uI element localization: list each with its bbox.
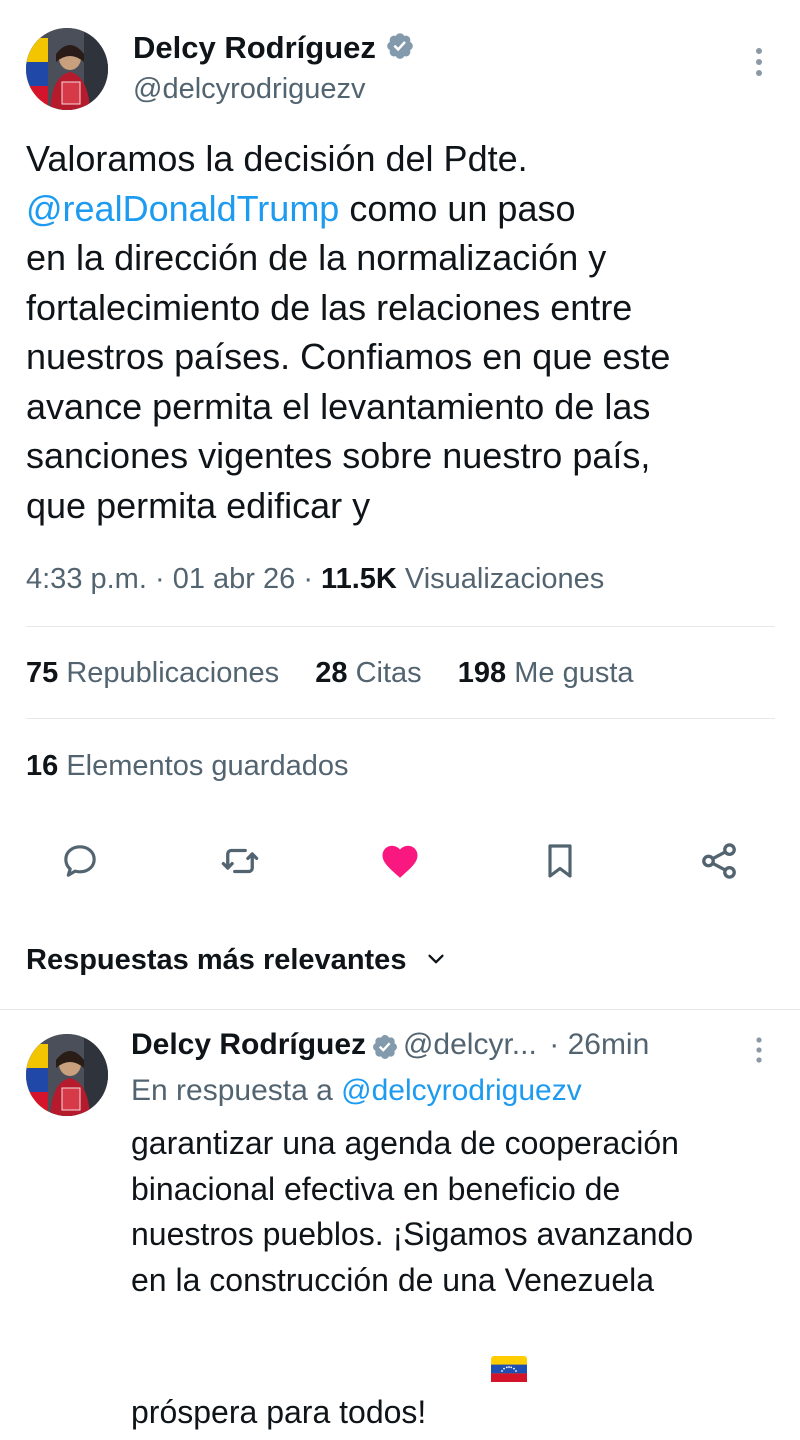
bookmarks-count: 16 (26, 750, 59, 782)
reply-line: nuestros pueblos. ¡Sigamos avanzando (131, 1216, 694, 1252)
reply-line-text: próspera para todos! (131, 1394, 436, 1430)
verified-badge-icon (371, 1033, 399, 1066)
reply-more-options-icon[interactable] (750, 1036, 768, 1069)
views-count: 11.5K (321, 563, 397, 595)
reply-line: garantizar una agenda de cooperación (131, 1125, 679, 1161)
bookmark-icon[interactable] (532, 833, 588, 889)
reposts-count: 75 (26, 657, 59, 689)
mention-link[interactable]: @realDonaldTrump (26, 188, 339, 229)
venezuela-flag-icon (437, 1303, 527, 1440)
reply-author-handle[interactable]: @delcyr... (403, 1028, 537, 1061)
replies-section-title: Respuestas más relevantes (26, 944, 407, 976)
meta-separator: · (303, 563, 313, 595)
bookmarks-stat[interactable]: 16 Elementos guardados (26, 750, 348, 783)
tweet-line: @realDonaldTrump como un paso (26, 184, 786, 234)
likes-label: Me gusta (514, 657, 634, 689)
tweet-text: Valoramos la decisión del Pdte. @realDon… (26, 134, 786, 530)
likes-stat[interactable]: 198 Me gusta (458, 657, 634, 689)
author-name-text[interactable]: Delcy Rodríguez (133, 30, 376, 65)
avatar-image (26, 28, 108, 110)
likes-count: 198 (457, 657, 507, 689)
reply-line: próspera para todos! (131, 1303, 791, 1440)
tweet-time[interactable]: 4:33 p.m. (26, 563, 147, 595)
chevron-down-icon (425, 945, 447, 978)
tweet-line: que permita edificar y (26, 484, 371, 526)
reply-author-name[interactable]: Delcy Rodríguez (131, 1028, 366, 1061)
tweet-line: fortalecimiento de las relaciones entre (26, 286, 633, 328)
reply-context: En respuesta a @delcyrodriguezv (131, 1074, 582, 1108)
quotes-label: Citas (355, 657, 422, 689)
author-handle[interactable]: @delcyrodriguezv (133, 73, 366, 106)
meta-separator: · (154, 563, 165, 595)
replies-sort-dropdown[interactable]: Respuestas más relevantes (26, 944, 447, 978)
divider (26, 718, 775, 719)
divider (0, 1009, 800, 1010)
author-avatar[interactable] (26, 28, 108, 110)
tweet-line: en la dirección de la normalización y (26, 237, 607, 278)
reply-line: en la construcción de una Venezuela (131, 1261, 655, 1298)
tweet-line-text: como un paso (339, 187, 576, 229)
tweet-line: sanciones vigentes sobre nuestro país, (26, 435, 651, 476)
reply-avatar[interactable] (26, 1034, 108, 1116)
reply-icon[interactable] (52, 833, 108, 889)
stats-row: 75 Republicaciones 28 Citas 198 Me gusta (26, 657, 634, 690)
views-label: Visualizaciones (404, 563, 605, 595)
tweet-line: Valoramos la decisión del Pdte. (26, 138, 528, 179)
like-icon[interactable] (372, 833, 428, 889)
verified-badge-icon (385, 31, 415, 69)
reply-line: binacional efectiva en beneficio de (131, 1170, 621, 1207)
reply-context-mention[interactable]: @delcyrodriguezv (341, 1074, 582, 1107)
divider (26, 626, 775, 627)
bookmarks-label: Elementos guardados (66, 750, 349, 782)
share-icon[interactable] (691, 833, 747, 889)
more-options-icon[interactable] (748, 46, 770, 85)
quotes-count: 28 (315, 657, 348, 689)
reply-context-prefix: En respuesta a (131, 1074, 342, 1107)
reposts-stat[interactable]: 75 Republicaciones (26, 657, 279, 689)
tweet-date[interactable]: 01 abr 26 (173, 563, 296, 595)
reply-time[interactable]: · 26min (549, 1028, 649, 1061)
tweet-meta: 4:33 p.m. · 01 abr 26 · 11.5K Visualizac… (26, 563, 604, 596)
avatar-image (26, 1034, 108, 1116)
reply-text: garantizar una agenda de cooperación bin… (131, 1121, 791, 1440)
reposts-label: Republicaciones (66, 657, 280, 689)
author-name[interactable]: Delcy Rodríguez (133, 30, 415, 69)
repost-icon[interactable] (212, 833, 268, 889)
tweet-line: avance permita el levantamiento de las (26, 385, 651, 427)
reply-header: Delcy Rodríguez @delcyr... · 26min (131, 1028, 649, 1066)
quotes-stat[interactable]: 28 Citas (315, 657, 421, 689)
tweet-line: nuestros países. Confiamos en que este (26, 336, 671, 377)
